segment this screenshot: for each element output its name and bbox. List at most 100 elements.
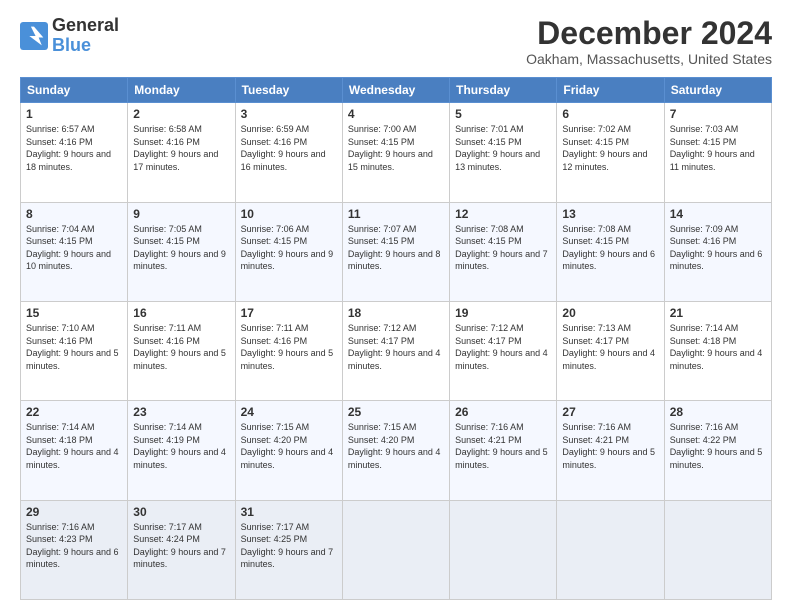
- calendar-cell: 30 Sunrise: 7:17 AMSunset: 4:24 PMDaylig…: [128, 500, 235, 599]
- logo-icon: [20, 22, 48, 50]
- day-number: 18: [348, 306, 444, 320]
- day-info: Sunrise: 7:16 AMSunset: 4:22 PMDaylight:…: [670, 421, 766, 471]
- day-info: Sunrise: 7:09 AMSunset: 4:16 PMDaylight:…: [670, 223, 766, 273]
- main-title: December 2024: [526, 16, 772, 51]
- calendar-cell: 24 Sunrise: 7:15 AMSunset: 4:20 PMDaylig…: [235, 401, 342, 500]
- day-info: Sunrise: 7:08 AMSunset: 4:15 PMDaylight:…: [562, 223, 658, 273]
- day-info: Sunrise: 7:04 AMSunset: 4:15 PMDaylight:…: [26, 223, 122, 273]
- calendar-cell: [342, 500, 449, 599]
- day-number: 17: [241, 306, 337, 320]
- day-info: Sunrise: 6:59 AMSunset: 4:16 PMDaylight:…: [241, 123, 337, 173]
- day-number: 23: [133, 405, 229, 419]
- day-info: Sunrise: 7:07 AMSunset: 4:15 PMDaylight:…: [348, 223, 444, 273]
- calendar-cell: 3 Sunrise: 6:59 AMSunset: 4:16 PMDayligh…: [235, 103, 342, 202]
- day-number: 2: [133, 107, 229, 121]
- calendar-cell: 10 Sunrise: 7:06 AMSunset: 4:15 PMDaylig…: [235, 202, 342, 301]
- day-info: Sunrise: 7:06 AMSunset: 4:15 PMDaylight:…: [241, 223, 337, 273]
- calendar-cell: 28 Sunrise: 7:16 AMSunset: 4:22 PMDaylig…: [664, 401, 771, 500]
- day-number: 31: [241, 505, 337, 519]
- title-block: December 2024 Oakham, Massachusetts, Uni…: [526, 16, 772, 67]
- day-number: 4: [348, 107, 444, 121]
- header: GeneralBlue December 2024 Oakham, Massac…: [20, 16, 772, 67]
- day-number: 5: [455, 107, 551, 121]
- day-info: Sunrise: 7:05 AMSunset: 4:15 PMDaylight:…: [133, 223, 229, 273]
- calendar-cell: 26 Sunrise: 7:16 AMSunset: 4:21 PMDaylig…: [450, 401, 557, 500]
- day-info: Sunrise: 7:12 AMSunset: 4:17 PMDaylight:…: [348, 322, 444, 372]
- day-number: 15: [26, 306, 122, 320]
- calendar-cell: 22 Sunrise: 7:14 AMSunset: 4:18 PMDaylig…: [21, 401, 128, 500]
- day-info: Sunrise: 7:11 AMSunset: 4:16 PMDaylight:…: [133, 322, 229, 372]
- day-info: Sunrise: 7:17 AMSunset: 4:24 PMDaylight:…: [133, 521, 229, 571]
- day-number: 30: [133, 505, 229, 519]
- col-saturday: Saturday: [664, 78, 771, 103]
- day-info: Sunrise: 7:01 AMSunset: 4:15 PMDaylight:…: [455, 123, 551, 173]
- calendar-cell: 19 Sunrise: 7:12 AMSunset: 4:17 PMDaylig…: [450, 301, 557, 400]
- day-info: Sunrise: 7:14 AMSunset: 4:18 PMDaylight:…: [670, 322, 766, 372]
- logo: GeneralBlue: [20, 16, 119, 56]
- day-number: 25: [348, 405, 444, 419]
- calendar-table: Sunday Monday Tuesday Wednesday Thursday…: [20, 77, 772, 600]
- day-number: 28: [670, 405, 766, 419]
- calendar-cell: 8 Sunrise: 7:04 AMSunset: 4:15 PMDayligh…: [21, 202, 128, 301]
- calendar-cell: [664, 500, 771, 599]
- day-info: Sunrise: 6:58 AMSunset: 4:16 PMDaylight:…: [133, 123, 229, 173]
- day-info: Sunrise: 7:13 AMSunset: 4:17 PMDaylight:…: [562, 322, 658, 372]
- col-friday: Friday: [557, 78, 664, 103]
- calendar-cell: 14 Sunrise: 7:09 AMSunset: 4:16 PMDaylig…: [664, 202, 771, 301]
- day-number: 24: [241, 405, 337, 419]
- calendar-cell: 17 Sunrise: 7:11 AMSunset: 4:16 PMDaylig…: [235, 301, 342, 400]
- day-number: 26: [455, 405, 551, 419]
- col-tuesday: Tuesday: [235, 78, 342, 103]
- day-number: 16: [133, 306, 229, 320]
- calendar-cell: [450, 500, 557, 599]
- day-number: 3: [241, 107, 337, 121]
- subtitle: Oakham, Massachusetts, United States: [526, 51, 772, 67]
- day-number: 22: [26, 405, 122, 419]
- calendar-cell: [557, 500, 664, 599]
- logo-blue: Blue: [52, 35, 91, 55]
- day-info: Sunrise: 7:10 AMSunset: 4:16 PMDaylight:…: [26, 322, 122, 372]
- day-number: 11: [348, 207, 444, 221]
- col-thursday: Thursday: [450, 78, 557, 103]
- day-info: Sunrise: 7:16 AMSunset: 4:23 PMDaylight:…: [26, 521, 122, 571]
- calendar-cell: 2 Sunrise: 6:58 AMSunset: 4:16 PMDayligh…: [128, 103, 235, 202]
- calendar-cell: 12 Sunrise: 7:08 AMSunset: 4:15 PMDaylig…: [450, 202, 557, 301]
- calendar-header-row: Sunday Monday Tuesday Wednesday Thursday…: [21, 78, 772, 103]
- calendar-cell: 9 Sunrise: 7:05 AMSunset: 4:15 PMDayligh…: [128, 202, 235, 301]
- day-number: 12: [455, 207, 551, 221]
- day-info: Sunrise: 7:15 AMSunset: 4:20 PMDaylight:…: [348, 421, 444, 471]
- calendar-cell: 13 Sunrise: 7:08 AMSunset: 4:15 PMDaylig…: [557, 202, 664, 301]
- day-info: Sunrise: 7:17 AMSunset: 4:25 PMDaylight:…: [241, 521, 337, 571]
- day-number: 6: [562, 107, 658, 121]
- col-sunday: Sunday: [21, 78, 128, 103]
- calendar-cell: 25 Sunrise: 7:15 AMSunset: 4:20 PMDaylig…: [342, 401, 449, 500]
- day-number: 13: [562, 207, 658, 221]
- day-number: 19: [455, 306, 551, 320]
- day-number: 8: [26, 207, 122, 221]
- calendar-cell: 7 Sunrise: 7:03 AMSunset: 4:15 PMDayligh…: [664, 103, 771, 202]
- calendar-cell: 20 Sunrise: 7:13 AMSunset: 4:17 PMDaylig…: [557, 301, 664, 400]
- day-info: Sunrise: 7:14 AMSunset: 4:19 PMDaylight:…: [133, 421, 229, 471]
- day-number: 14: [670, 207, 766, 221]
- day-number: 29: [26, 505, 122, 519]
- day-number: 7: [670, 107, 766, 121]
- day-number: 9: [133, 207, 229, 221]
- calendar-cell: 15 Sunrise: 7:10 AMSunset: 4:16 PMDaylig…: [21, 301, 128, 400]
- day-info: Sunrise: 7:11 AMSunset: 4:16 PMDaylight:…: [241, 322, 337, 372]
- day-info: Sunrise: 7:15 AMSunset: 4:20 PMDaylight:…: [241, 421, 337, 471]
- calendar-cell: 29 Sunrise: 7:16 AMSunset: 4:23 PMDaylig…: [21, 500, 128, 599]
- calendar-cell: 21 Sunrise: 7:14 AMSunset: 4:18 PMDaylig…: [664, 301, 771, 400]
- page: GeneralBlue December 2024 Oakham, Massac…: [0, 0, 792, 612]
- day-number: 10: [241, 207, 337, 221]
- day-info: Sunrise: 7:02 AMSunset: 4:15 PMDaylight:…: [562, 123, 658, 173]
- calendar-cell: 31 Sunrise: 7:17 AMSunset: 4:25 PMDaylig…: [235, 500, 342, 599]
- day-number: 1: [26, 107, 122, 121]
- day-info: Sunrise: 7:12 AMSunset: 4:17 PMDaylight:…: [455, 322, 551, 372]
- day-info: Sunrise: 7:08 AMSunset: 4:15 PMDaylight:…: [455, 223, 551, 273]
- day-number: 21: [670, 306, 766, 320]
- col-wednesday: Wednesday: [342, 78, 449, 103]
- day-info: Sunrise: 7:14 AMSunset: 4:18 PMDaylight:…: [26, 421, 122, 471]
- day-number: 27: [562, 405, 658, 419]
- calendar-cell: 5 Sunrise: 7:01 AMSunset: 4:15 PMDayligh…: [450, 103, 557, 202]
- calendar-cell: 11 Sunrise: 7:07 AMSunset: 4:15 PMDaylig…: [342, 202, 449, 301]
